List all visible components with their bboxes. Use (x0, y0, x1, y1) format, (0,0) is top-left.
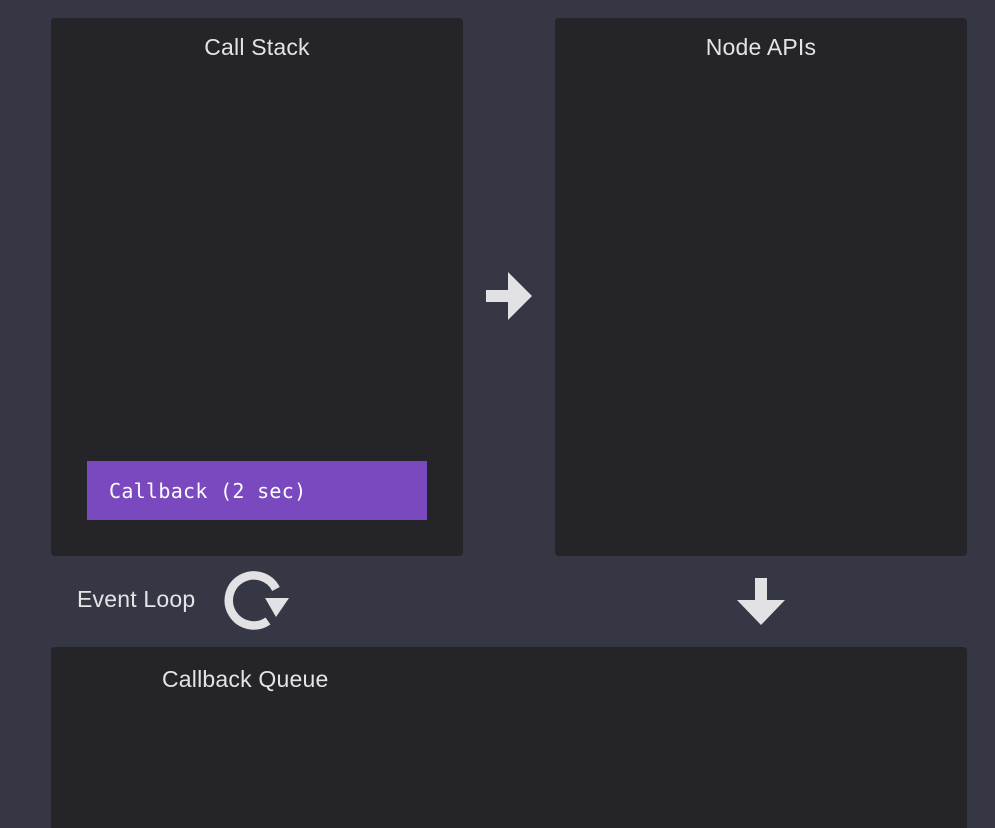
node-apis-panel: Node APIs (555, 18, 967, 556)
call-stack-title: Call Stack (204, 34, 310, 60)
callback-queue-title: Callback Queue (162, 666, 329, 692)
arrow-right-icon (486, 272, 532, 320)
event-loop-label: Event Loop (77, 586, 196, 612)
arrow-down-icon (737, 578, 785, 625)
stack-frame-label: Callback (2 sec) (109, 478, 307, 503)
call-stack-panel: Call Stack Callback (2 sec) (51, 18, 463, 556)
stack-frame-callback: Callback (2 sec) (87, 461, 427, 520)
node-apis-title: Node APIs (705, 34, 817, 60)
callback-queue-panel: Callback Queue (51, 647, 967, 828)
refresh-loop-icon (224, 571, 289, 630)
